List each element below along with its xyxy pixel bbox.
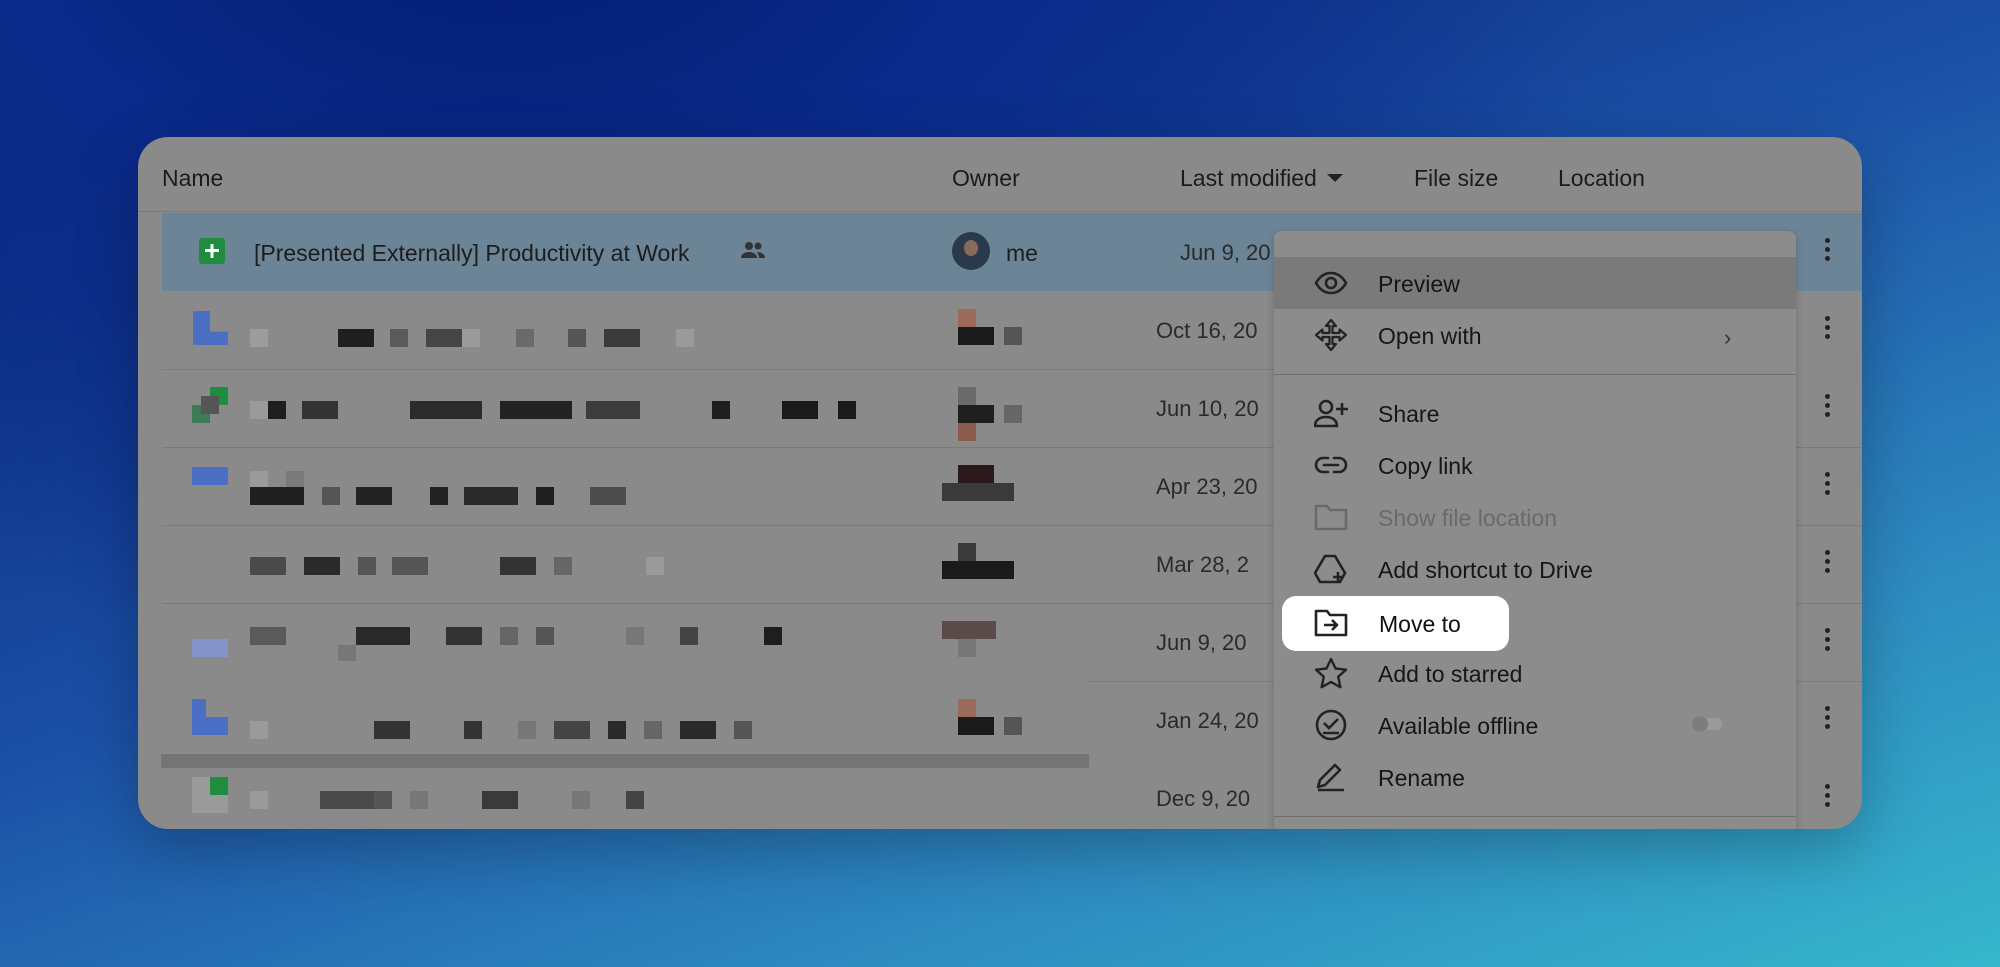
more-actions-icon[interactable] bbox=[1825, 550, 1831, 577]
sheets-icon bbox=[199, 238, 225, 264]
modified-date: Jun 9, 20 bbox=[1180, 240, 1271, 265]
menu-item-label: Preview bbox=[1378, 271, 1460, 297]
menu-item-label: Add to starred bbox=[1378, 661, 1523, 687]
menu-divider bbox=[1274, 374, 1796, 375]
file-name[interactable]: [Presented Externally] Productivity at W… bbox=[254, 240, 689, 267]
more-actions-icon[interactable] bbox=[1825, 784, 1831, 811]
column-name[interactable]: Name bbox=[162, 165, 223, 192]
redacted-file-name bbox=[250, 315, 870, 349]
eye-icon bbox=[1314, 271, 1348, 295]
menu-item-preview[interactable]: Preview bbox=[1274, 257, 1796, 309]
menu-item-available-offline[interactable]: Available offline bbox=[1274, 699, 1796, 751]
more-actions-icon[interactable] bbox=[1825, 472, 1831, 499]
menu-item-add-shortcut[interactable]: Add shortcut to Drive bbox=[1274, 543, 1796, 595]
docs-icon bbox=[192, 699, 228, 735]
table-header: Name Owner Last modified File size Locat… bbox=[138, 137, 1862, 212]
docs-icon bbox=[192, 467, 228, 485]
menu-item-label: Rename bbox=[1378, 765, 1465, 791]
modified-date: Apr 23, 20 bbox=[1156, 474, 1258, 499]
more-actions-icon[interactable] bbox=[1825, 394, 1831, 421]
modified-date: Jun 9, 20 bbox=[1156, 630, 1247, 655]
menu-item-share[interactable]: Share bbox=[1274, 387, 1796, 439]
menu-item-label: Share bbox=[1378, 401, 1440, 427]
sort-descending-icon bbox=[1326, 173, 1343, 182]
folder-move-icon bbox=[1314, 609, 1348, 637]
column-file-size[interactable]: File size bbox=[1414, 165, 1498, 192]
file-list-card: Name Owner Last modified File size Locat… bbox=[138, 137, 1862, 829]
column-owner[interactable]: Owner bbox=[952, 165, 1020, 192]
redacted-file-name bbox=[250, 783, 870, 817]
menu-item-rename[interactable]: Rename bbox=[1274, 751, 1796, 803]
menu-item-label: Available offline bbox=[1378, 713, 1539, 739]
menu-item-label: Move to bbox=[1379, 611, 1461, 637]
column-last-modified-label: Last modified bbox=[1180, 165, 1317, 191]
more-actions-icon[interactable] bbox=[1825, 316, 1831, 343]
menu-item-label: Open with bbox=[1378, 323, 1482, 349]
menu-item-label: Show file location bbox=[1378, 505, 1557, 531]
drive-shortcut-icon bbox=[1314, 554, 1347, 584]
column-last-modified[interactable]: Last modified bbox=[1180, 165, 1343, 192]
modified-date: Jun 10, 20 bbox=[1156, 396, 1259, 421]
sheets-icon bbox=[192, 387, 228, 423]
menu-item-open-with[interactable]: Open with › bbox=[1274, 309, 1796, 361]
owner-name: me bbox=[1006, 240, 1038, 266]
docs-icon bbox=[193, 311, 228, 345]
redacted-owner-avatars bbox=[942, 309, 1022, 789]
modified-date: Mar 28, 2 bbox=[1156, 552, 1249, 577]
pencil-icon bbox=[1316, 763, 1344, 792]
menu-item-label: Add shortcut to Drive bbox=[1378, 557, 1593, 583]
shared-people-icon bbox=[741, 242, 765, 258]
chevron-right-icon: › bbox=[1724, 325, 1732, 350]
sheets-icon bbox=[192, 777, 228, 813]
menu-item-label: Copy link bbox=[1378, 453, 1473, 479]
person-add-icon bbox=[1314, 399, 1348, 428]
menu-divider bbox=[1274, 816, 1796, 817]
redacted-file-name bbox=[250, 705, 870, 739]
more-actions-icon[interactable] bbox=[1825, 628, 1831, 655]
more-actions-icon[interactable] bbox=[1825, 706, 1831, 733]
menu-item-move-to[interactable]: Move to bbox=[1282, 596, 1509, 651]
redacted-file-name bbox=[250, 549, 870, 583]
avatar bbox=[952, 232, 990, 270]
column-location[interactable]: Location bbox=[1558, 165, 1645, 192]
context-menu: Preview Open with › Share Copy link Show… bbox=[1274, 231, 1796, 829]
modified-date: Jan 24, 20 bbox=[1156, 708, 1259, 733]
move-arrows-icon bbox=[1314, 318, 1348, 352]
menu-item-copy-link[interactable]: Copy link bbox=[1274, 439, 1796, 491]
offline-toggle[interactable] bbox=[1692, 716, 1722, 732]
folder-icon bbox=[1314, 504, 1348, 531]
docs-icon bbox=[192, 639, 228, 657]
redacted-file-name bbox=[250, 393, 870, 427]
link-icon bbox=[1314, 456, 1348, 474]
star-icon bbox=[1314, 657, 1348, 689]
redacted-file-name bbox=[250, 471, 870, 505]
menu-item-show-file-location: Show file location bbox=[1274, 491, 1796, 543]
more-actions-icon[interactable] bbox=[1825, 238, 1831, 265]
menu-item-add-to-starred[interactable]: Add to starred bbox=[1274, 647, 1796, 699]
redacted-file-name bbox=[250, 627, 870, 661]
offline-check-icon bbox=[1315, 709, 1347, 741]
modified-date: Dec 9, 20 bbox=[1156, 786, 1251, 811]
